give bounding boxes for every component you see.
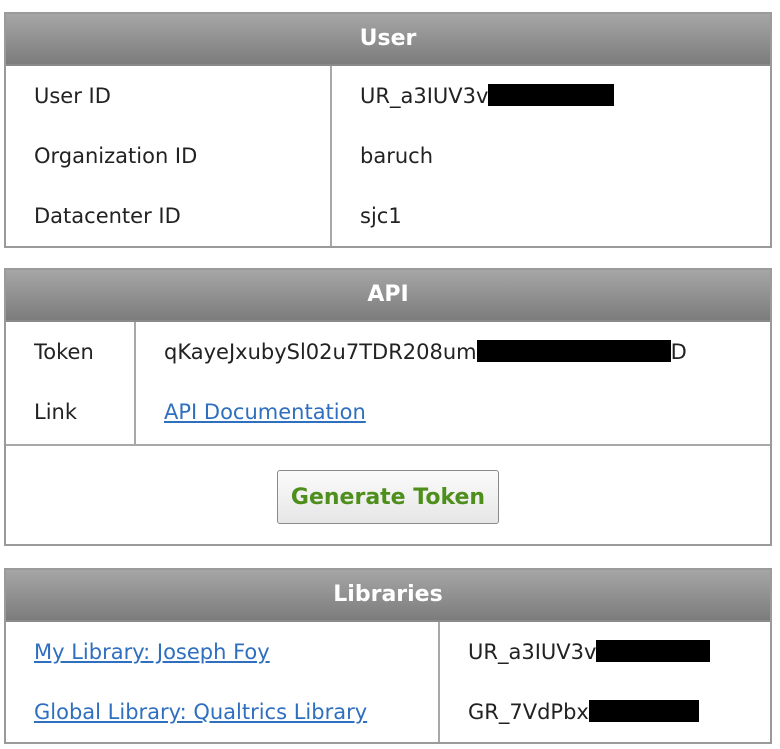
global-library-link[interactable]: Global Library: Qualtrics Library bbox=[34, 700, 367, 724]
token-text-suffix: D bbox=[670, 340, 687, 364]
api-label-column: Token Link bbox=[6, 322, 136, 444]
my-library-id-text: UR_a3IUV3v bbox=[468, 640, 597, 664]
api-table: Token Link qKayeJxubySl02u7TDR208um D API… bbox=[6, 322, 770, 444]
user-panel: User User ID Organization ID Datacenter … bbox=[4, 12, 772, 248]
global-library-id: GR_7VdPbx bbox=[468, 682, 710, 742]
redaction-bar bbox=[488, 84, 615, 106]
redaction-bar bbox=[596, 640, 711, 662]
global-library-id-text: GR_7VdPbx bbox=[468, 700, 589, 724]
user-id-value: UR_a3IUV3v bbox=[360, 66, 615, 126]
library-name-cell: My Library: Joseph Foy bbox=[34, 622, 438, 682]
api-value-column: qKayeJxubySl02u7TDR208um D API Documentat… bbox=[136, 322, 687, 444]
organization-id-label: Organization ID bbox=[34, 144, 198, 168]
api-panel: API Token Link qKayeJxubySl02u7TDR208um D… bbox=[4, 268, 772, 546]
generate-token-row: Generate Token bbox=[6, 444, 770, 546]
library-name-column: My Library: Joseph Foy Global Library: Q… bbox=[6, 622, 440, 742]
user-id-text: UR_a3IUV3v bbox=[360, 84, 489, 108]
token-value: qKayeJxubySl02u7TDR208um D bbox=[164, 322, 687, 382]
token-label: Token bbox=[34, 340, 94, 364]
user-value-column: UR_a3IUV3v baruch sjc1 bbox=[332, 66, 615, 246]
generate-token-button[interactable]: Generate Token bbox=[277, 470, 499, 524]
user-label-column: User ID Organization ID Datacenter ID bbox=[6, 66, 332, 246]
datacenter-id-label: Datacenter ID bbox=[34, 204, 181, 228]
libraries-panel: Libraries My Library: Joseph Foy Global … bbox=[4, 568, 772, 744]
user-table: User ID Organization ID Datacenter ID UR… bbox=[6, 66, 770, 246]
datacenter-id-value: sjc1 bbox=[360, 204, 402, 228]
user-panel-header: User bbox=[6, 14, 770, 66]
api-documentation-link[interactable]: API Documentation bbox=[164, 400, 366, 424]
redaction-bar bbox=[588, 700, 699, 722]
link-label: Link bbox=[34, 400, 78, 424]
user-id-label: User ID bbox=[34, 84, 111, 108]
redaction-bar bbox=[476, 340, 671, 362]
api-documentation-cell: API Documentation bbox=[164, 382, 687, 442]
api-panel-header: API bbox=[6, 270, 770, 322]
library-id-column: UR_a3IUV3v GR_7VdPbx bbox=[440, 622, 711, 742]
libraries-table: My Library: Joseph Foy Global Library: Q… bbox=[6, 622, 770, 742]
organization-id-value: baruch bbox=[360, 144, 433, 168]
my-library-link[interactable]: My Library: Joseph Foy bbox=[34, 640, 270, 664]
token-text-prefix: qKayeJxubySl02u7TDR208um bbox=[164, 340, 477, 364]
library-name-cell: Global Library: Qualtrics Library bbox=[34, 682, 438, 742]
libraries-panel-header: Libraries bbox=[6, 570, 770, 622]
my-library-id: UR_a3IUV3v bbox=[468, 622, 711, 682]
